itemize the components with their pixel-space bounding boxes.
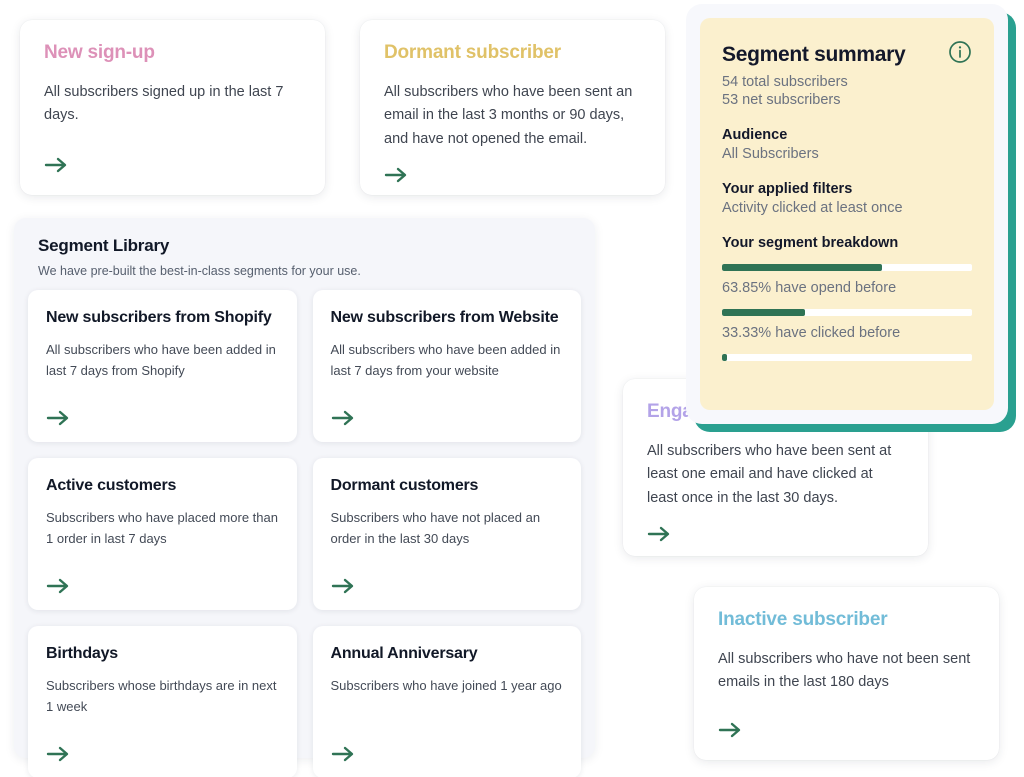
summary-total-subscribers: 54 total subscribers [722,74,848,90]
summary-outer-frame: Segment summary 54 total subscribers 53 … [686,4,1008,424]
feature-card-new-signup[interactable]: New sign-up All subscribers signed up in… [20,20,325,195]
library-card-dormant-customers[interactable]: Dormant customers Subscribers who have n… [312,458,581,610]
summary-header-row: Segment summary [722,40,972,69]
feature-card-dormant-subscriber[interactable]: Dormant subscriber All subscribers who h… [360,20,665,195]
arrow-right-icon[interactable] [46,744,72,764]
arrow-right-icon[interactable] [46,408,72,428]
library-card-title: Annual Anniversary [330,645,478,662]
breakdown-bar-track [722,264,972,271]
summary-content: Segment summary 54 total subscribers 53 … [700,18,994,410]
arrow-right-icon[interactable] [384,165,410,185]
card-title: Dormant subscriber [384,42,561,63]
library-card-description: All subscribers who have been added in l… [330,341,561,378]
library-card-new-subscribers-shopify[interactable]: New subscribers from Shopify All subscri… [28,290,297,442]
summary-breakdown-label: Your segment breakdown [722,235,899,251]
arrow-right-icon[interactable] [647,524,673,544]
card-title: Inactive subscriber [718,609,888,630]
summary-filters-label: Your applied filters [722,181,853,197]
arrow-right-icon[interactable] [331,408,357,428]
library-card-description: Subscribers who have not placed an order… [330,509,541,546]
segment-dashboard: New sign-up All subscribers signed up in… [0,0,1024,777]
summary-filters-block: Your applied filters Activity clicked at… [722,181,972,216]
breakdown-bar-fill [722,309,806,316]
arrow-right-icon[interactable] [718,720,744,740]
summary-audience-value: All Subscribers [722,146,819,162]
segment-library-panel: Segment Library We have pre-built the be… [14,218,595,777]
summary-net-subscribers: 53 net subscribers [722,92,841,108]
segment-library-header: Segment Library We have pre-built the be… [28,234,581,290]
card-description: All subscribers who have been sent at le… [647,442,892,506]
card-title: New sign-up [44,42,155,63]
card-description: All subscribers who have not been sent e… [718,650,971,691]
summary-audience-block: Audience All Subscribers [722,127,972,162]
library-card-new-subscribers-website[interactable]: New subscribers from Website All subscri… [312,290,581,442]
breakdown-caption: 63.85% have opend before [722,280,897,296]
segment-library-subtitle: We have pre-built the best-in-class segm… [38,264,361,278]
segment-library-grid: New subscribers from Shopify All subscri… [28,290,581,777]
library-card-title: New subscribers from Website [330,309,559,326]
arrow-right-icon[interactable] [46,576,72,596]
arrow-right-icon[interactable] [331,744,357,764]
card-description: All subscribers signed up in the last 7 … [44,83,284,124]
card-description: All subscribers who have been sent an em… [384,83,633,147]
summary-audience-label: Audience [722,127,788,143]
segment-summary-panel: Segment summary 54 total subscribers 53 … [686,4,1016,432]
breakdown-caption: 33.33% have clicked before [722,325,901,341]
library-card-description: All subscribers who have been added in l… [46,341,276,378]
breakdown-bar-fill [722,264,882,271]
arrow-right-icon[interactable] [44,155,70,175]
library-card-description: Subscribers whose birthdays are in next … [46,677,277,714]
library-card-annual-anniversary[interactable]: Annual Anniversary Subscribers who have … [312,626,581,777]
library-card-title: Birthdays [46,645,118,662]
summary-filters-value: Activity clicked at least once [722,200,903,216]
summary-breakdown-block: Your segment breakdown 63.85% have opend… [722,235,972,361]
arrow-right-icon[interactable] [331,576,357,596]
library-card-active-customers[interactable]: Active customers Subscribers who have pl… [28,458,297,610]
summary-title: Segment summary [722,42,906,66]
breakdown-bar-track [722,354,972,361]
library-card-description: Subscribers who have joined 1 year ago [330,677,562,693]
segment-library-title: Segment Library [38,236,170,255]
feature-card-inactive-subscriber[interactable]: Inactive subscriber All subscribers who … [694,587,999,760]
breakdown-bar-track [722,309,972,316]
library-card-birthdays[interactable]: Birthdays Subscribers whose birthdays ar… [28,626,297,777]
breakdown-bar-fill [722,354,727,361]
info-circle-icon[interactable] [948,40,972,69]
library-card-title: Dormant customers [330,477,479,494]
library-card-title: New subscribers from Shopify [46,309,272,326]
library-card-title: Active customers [46,477,177,494]
library-card-description: Subscribers who have placed more than 1 … [46,509,278,546]
